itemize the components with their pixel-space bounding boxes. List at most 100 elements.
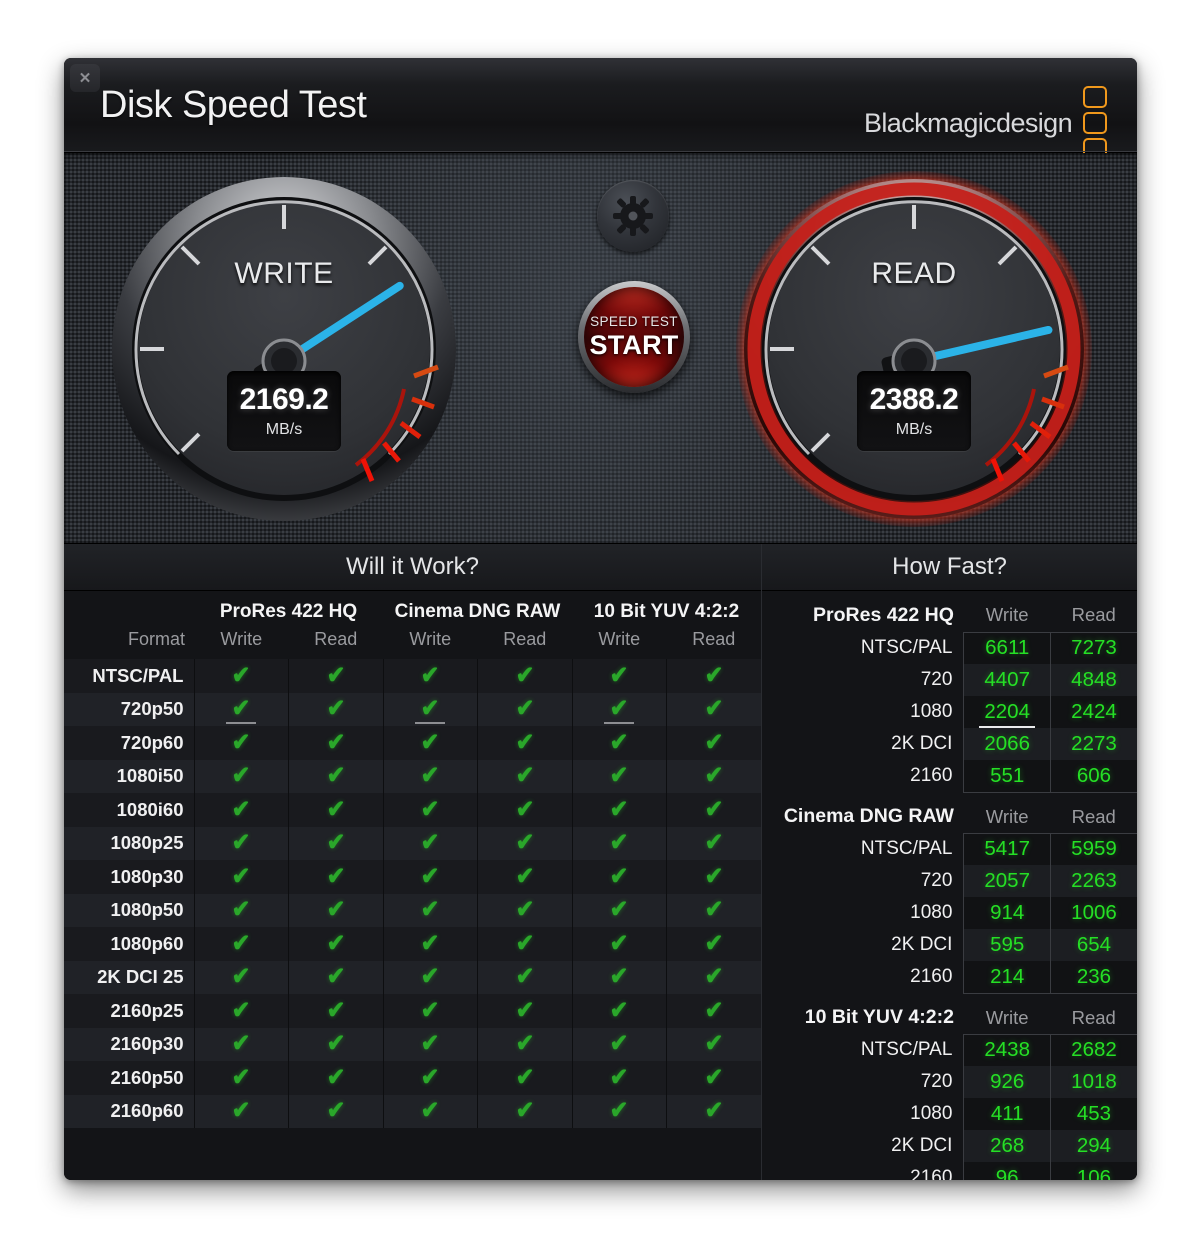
table-row: 2160 214 236 bbox=[762, 961, 1137, 994]
checkmark-icon: ✔ bbox=[609, 795, 629, 823]
support-check-cell: ✔ bbox=[193, 860, 289, 894]
support-check-cell: ✔ bbox=[382, 759, 478, 793]
codec-group-name: ProRes 422 HQ bbox=[813, 604, 954, 626]
checkmark-icon: ✔ bbox=[231, 661, 251, 689]
checkmark-icon: ✔ bbox=[704, 795, 724, 823]
format-label: NTSC/PAL bbox=[64, 659, 194, 693]
checkmark-icon: ✔ bbox=[515, 1097, 534, 1125]
support-check-cell: ✔ bbox=[193, 793, 289, 827]
table-row: 2160 551 606 bbox=[762, 760, 1137, 793]
write-speed-value: 214 bbox=[963, 961, 1051, 994]
table-row: NTSC/PAL 6611 7273 bbox=[762, 631, 1137, 664]
subheader-write: Write bbox=[598, 629, 641, 649]
support-check-cell: ✔ bbox=[288, 826, 383, 860]
support-check-cell: ✔ bbox=[382, 726, 478, 760]
checkmark-icon: ✔ bbox=[420, 762, 440, 790]
support-check-cell: ✔ bbox=[477, 893, 572, 927]
table-row: 1080i50 ✔ ✔ ✔ ✔ ✔ ✔ bbox=[64, 759, 761, 793]
support-check-cell: ✔ bbox=[477, 960, 572, 994]
table-row: 1080p60 ✔ ✔ ✔ ✔ ✔ ✔ bbox=[64, 927, 761, 961]
support-check-cell: ✔ bbox=[288, 1027, 383, 1061]
gauge-panel: WRITE 2169.2 MB/s SPEED TEST START READ … bbox=[64, 153, 1137, 544]
checkmark-icon: ✔ bbox=[609, 1097, 629, 1125]
resolution-label: 2K DCI bbox=[891, 733, 953, 754]
results-area: Will it Work? Format ProRes 422 HQ Cinem… bbox=[64, 544, 1137, 1180]
support-check-cell: ✔ bbox=[288, 726, 383, 760]
table-row: 2K DCI 268 294 bbox=[762, 1130, 1137, 1162]
support-check-cell: ✔ bbox=[193, 692, 289, 726]
speed-test-start-button[interactable]: SPEED TEST START bbox=[578, 281, 690, 393]
support-check-cell: ✔ bbox=[288, 659, 383, 693]
table-row: 1080p50 ✔ ✔ ✔ ✔ ✔ ✔ bbox=[64, 893, 761, 927]
checkmark-icon: ✔ bbox=[609, 1030, 629, 1058]
checkmark-icon: ✔ bbox=[515, 728, 534, 756]
table-row: 1080 914 1006 bbox=[762, 897, 1137, 929]
resolution-label: NTSC/PAL bbox=[860, 838, 953, 859]
read-speed-value: 1006 bbox=[1050, 897, 1137, 929]
table-row: 720 2057 2263 bbox=[762, 865, 1137, 897]
codec-group-header-row: ProRes 422 HQ Write Read bbox=[762, 591, 1137, 632]
checkmark-icon: ✔ bbox=[704, 862, 724, 890]
format-label: 1080p60 bbox=[64, 927, 194, 961]
table-row: 720p60 ✔ ✔ ✔ ✔ ✔ ✔ bbox=[64, 726, 761, 760]
checkmark-icon: ✔ bbox=[420, 1097, 440, 1125]
checkmark-icon: ✔ bbox=[704, 1030, 724, 1058]
support-check-cell: ✔ bbox=[666, 826, 761, 860]
support-check-cell: ✔ bbox=[477, 1027, 572, 1061]
resolution-label: 2160 bbox=[910, 765, 953, 786]
support-check-cell: ✔ bbox=[666, 1027, 761, 1061]
format-label: 1080p25 bbox=[64, 826, 194, 860]
read-speed-value: 236 bbox=[1050, 961, 1137, 994]
cell-underline bbox=[226, 722, 257, 724]
support-check-cell: ✔ bbox=[571, 759, 667, 793]
subheader-read: Read bbox=[1071, 604, 1116, 626]
gear-icon[interactable] bbox=[597, 180, 669, 252]
resolution-label: 2160 bbox=[910, 1167, 953, 1180]
checkmark-icon: ✔ bbox=[420, 996, 440, 1024]
subheader-write: Write bbox=[985, 1006, 1029, 1028]
support-check-cell: ✔ bbox=[382, 860, 478, 894]
read-speed-value: 2682 bbox=[1050, 1033, 1137, 1066]
resolution-label: 720 bbox=[920, 669, 953, 690]
checkmark-icon: ✔ bbox=[231, 728, 251, 756]
subheader-read: Read bbox=[1071, 805, 1116, 827]
brand-marks-icon bbox=[1083, 86, 1107, 160]
checkmark-icon: ✔ bbox=[609, 862, 629, 890]
checkmark-icon: ✔ bbox=[420, 795, 440, 823]
support-check-cell: ✔ bbox=[571, 726, 667, 760]
format-label: 2160p30 bbox=[64, 1027, 194, 1061]
table-row: 1080p30 ✔ ✔ ✔ ✔ ✔ ✔ bbox=[64, 860, 761, 894]
support-check-cell: ✔ bbox=[193, 726, 289, 760]
checkmark-icon: ✔ bbox=[231, 896, 251, 924]
brand-logo: Blackmagicdesign bbox=[864, 86, 1107, 160]
format-label: 2160p60 bbox=[64, 1094, 194, 1128]
checkmark-icon: ✔ bbox=[704, 929, 724, 957]
checkmark-icon: ✔ bbox=[704, 728, 724, 756]
checkmark-icon: ✔ bbox=[704, 695, 724, 723]
support-check-cell: ✔ bbox=[193, 893, 289, 927]
support-check-cell: ✔ bbox=[193, 826, 289, 860]
checkmark-icon: ✔ bbox=[704, 996, 724, 1024]
write-speed-value: 4407 bbox=[963, 664, 1051, 696]
support-check-cell: ✔ bbox=[477, 1094, 572, 1128]
support-check-cell: ✔ bbox=[382, 692, 478, 726]
how-fast-heading: How Fast? bbox=[762, 544, 1137, 591]
resolution-label: NTSC/PAL bbox=[860, 1039, 953, 1060]
table-row: 2K DCI 2066 2273 bbox=[762, 728, 1137, 760]
codec-group-name: 10 Bit YUV 4:2:2 bbox=[804, 1006, 954, 1028]
resolution-label: 720 bbox=[920, 1071, 953, 1092]
close-icon[interactable]: ✕ bbox=[70, 64, 100, 92]
write-speed-value: 926 bbox=[963, 1066, 1051, 1098]
support-check-cell: ✔ bbox=[382, 659, 478, 693]
support-check-cell: ✔ bbox=[382, 994, 478, 1028]
table-row: 2160 96 106 bbox=[762, 1162, 1137, 1180]
format-label: 1080p30 bbox=[64, 860, 194, 894]
checkmark-icon: ✔ bbox=[326, 963, 345, 991]
checkmark-icon: ✔ bbox=[326, 929, 345, 957]
checkmark-icon: ✔ bbox=[515, 829, 534, 857]
subheader-read: Read bbox=[314, 629, 358, 649]
support-check-cell: ✔ bbox=[666, 726, 761, 760]
checkmark-icon: ✔ bbox=[704, 1063, 724, 1091]
support-check-cell: ✔ bbox=[477, 860, 572, 894]
checkmark-icon: ✔ bbox=[420, 929, 440, 957]
